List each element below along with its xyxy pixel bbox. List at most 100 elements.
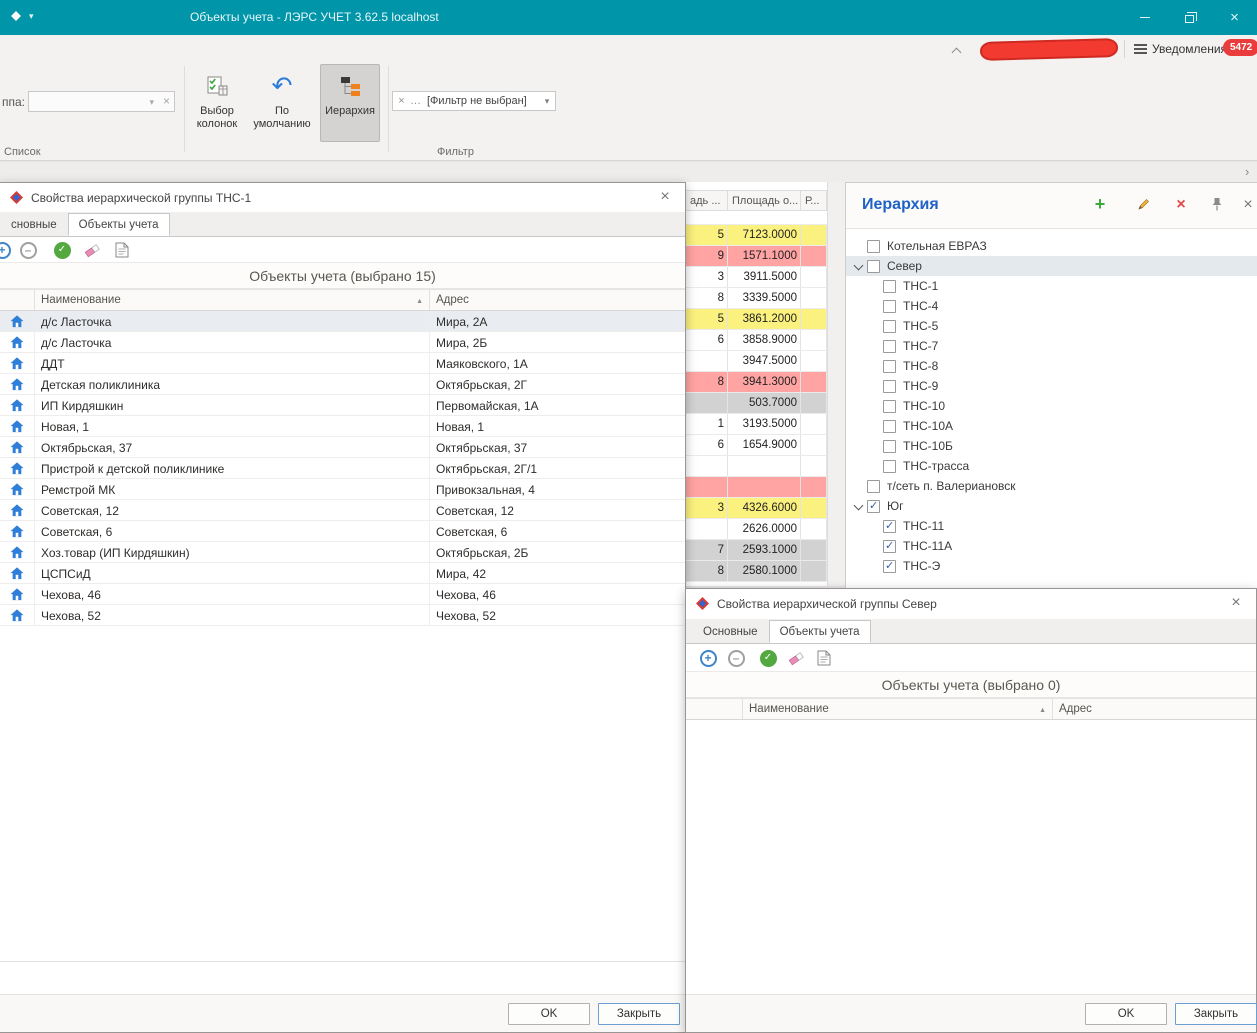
- close-panel-button[interactable]: ×: [1236, 195, 1257, 216]
- tree-item[interactable]: ТНС-10А: [846, 416, 1257, 436]
- minimize-button[interactable]: [1122, 0, 1167, 35]
- group-combobox[interactable]: ▾ ×: [28, 91, 175, 112]
- expander-icon[interactable]: [851, 258, 867, 274]
- column-header-area[interactable]: адь ...: [686, 191, 728, 210]
- table-row[interactable]: 503.7000: [686, 393, 827, 414]
- checkbox[interactable]: [883, 320, 896, 333]
- eraser-button[interactable]: [82, 240, 102, 260]
- filter-clear-icon[interactable]: ×: [393, 95, 410, 107]
- chevron-down-icon[interactable]: ▾: [149, 97, 154, 108]
- table-row[interactable]: Новая, 1 Новая, 1: [0, 416, 685, 437]
- table-row[interactable]: ЦСПСиД Мира, 42: [0, 563, 685, 584]
- column-header-total-area[interactable]: Площадь о...: [728, 191, 801, 210]
- tree-item[interactable]: ТНС-5: [846, 316, 1257, 336]
- checkbox[interactable]: [883, 280, 896, 293]
- table-row[interactable]: 8 2580.1000: [686, 561, 827, 582]
- table-row[interactable]: Советская, 12 Советская, 12: [0, 500, 685, 521]
- chevron-down-icon[interactable]: ▾: [539, 96, 555, 107]
- choose-columns-button[interactable]: Выбор колонок: [190, 64, 244, 142]
- checkbox[interactable]: [883, 300, 896, 313]
- scrollbar[interactable]: [827, 182, 845, 586]
- checkbox[interactable]: [883, 340, 896, 353]
- edit-group-button[interactable]: [1132, 195, 1156, 216]
- table-row[interactable]: 3947.5000: [686, 351, 827, 372]
- table-row[interactable]: 2626.0000: [686, 519, 827, 540]
- table-row[interactable]: ИП Кирдяшкин Первомайская, 1А: [0, 395, 685, 416]
- tree-item[interactable]: ТНС-7: [846, 336, 1257, 356]
- tree-item[interactable]: ТНС-11А: [846, 536, 1257, 556]
- checkbox[interactable]: [867, 240, 880, 253]
- filter-combobox[interactable]: × … [Фильтр не выбран] ▾: [392, 91, 556, 111]
- table-row[interactable]: Октябрьская, 37 Октябрьская, 37: [0, 437, 685, 458]
- tree-item[interactable]: ТНС-11: [846, 516, 1257, 536]
- column-header-r[interactable]: Р...: [801, 191, 827, 210]
- close-button[interactable]: Закрыть: [1175, 1003, 1257, 1025]
- tree-item[interactable]: ТНС-4: [846, 296, 1257, 316]
- table-row[interactable]: Детская поликлиника Октябрьская, 2Г: [0, 374, 685, 395]
- table-row[interactable]: [686, 477, 827, 498]
- hierarchy-toggle-button[interactable]: Иерархия: [320, 64, 380, 142]
- table-row[interactable]: Советская, 6 Советская, 6: [0, 521, 685, 542]
- table-row[interactable]: 7 2593.1000: [686, 540, 827, 561]
- table-row[interactable]: ДДТ Маяковского, 1А: [0, 353, 685, 374]
- table-row[interactable]: 3 4326.6000: [686, 498, 827, 519]
- checkbox[interactable]: [883, 540, 896, 553]
- table-row[interactable]: 6 3858.9000: [686, 330, 827, 351]
- tab-main[interactable]: Основные: [692, 620, 769, 643]
- checkbox[interactable]: [883, 460, 896, 473]
- table-row[interactable]: д/с Ласточка Мира, 2Б: [0, 332, 685, 353]
- table-row[interactable]: Пристрой к детской поликлинике Октябрьск…: [0, 458, 685, 479]
- table-row[interactable]: Ремстрой МК Привокзальная, 4: [0, 479, 685, 500]
- add-button[interactable]: +: [0, 240, 12, 260]
- table-row[interactable]: Чехова, 52 Чехова, 52: [0, 605, 685, 626]
- ok-button[interactable]: OK: [1085, 1003, 1167, 1025]
- checkbox[interactable]: [867, 260, 880, 273]
- expander-icon[interactable]: [851, 498, 867, 514]
- tab-objects[interactable]: Объекты учета: [68, 213, 170, 236]
- tree-item[interactable]: Север: [846, 256, 1257, 276]
- checkbox[interactable]: [883, 420, 896, 433]
- checkbox[interactable]: [867, 500, 880, 513]
- column-header-name[interactable]: Наименование ▲: [35, 290, 430, 310]
- column-header-name[interactable]: Наименование ▲: [743, 699, 1053, 719]
- table-row[interactable]: 6 1654.9000: [686, 435, 827, 456]
- tree-item[interactable]: Котельная ЕВРАЗ: [846, 236, 1257, 256]
- tree-item[interactable]: ТНС-1: [846, 276, 1257, 296]
- tab-main[interactable]: сновные: [0, 213, 68, 236]
- table-row[interactable]: [686, 456, 827, 477]
- column-header-icon[interactable]: [686, 699, 743, 719]
- table-row[interactable]: Чехова, 46 Чехова, 46: [0, 584, 685, 605]
- close-window-button[interactable]: ×: [1212, 0, 1257, 35]
- tree-item[interactable]: ТНС-трасса: [846, 456, 1257, 476]
- remove-button[interactable]: –: [726, 648, 746, 668]
- tree-item[interactable]: ТНС-10: [846, 396, 1257, 416]
- collapse-ribbon-icon[interactable]: [952, 46, 964, 56]
- table-row[interactable]: 5 7123.0000: [686, 225, 827, 246]
- close-dialog-button[interactable]: ×: [655, 188, 675, 206]
- checkbox[interactable]: [883, 560, 896, 573]
- tree-item[interactable]: Юг: [846, 496, 1257, 516]
- remove-button[interactable]: –: [18, 240, 38, 260]
- tab-objects[interactable]: Объекты учета: [769, 620, 871, 643]
- eraser-button[interactable]: [786, 648, 806, 668]
- table-row[interactable]: 8 3339.5000: [686, 288, 827, 309]
- checkbox[interactable]: [883, 520, 896, 533]
- checkbox[interactable]: [883, 440, 896, 453]
- table-row[interactable]: 1 3193.5000: [686, 414, 827, 435]
- tree-item[interactable]: ТНС-9: [846, 376, 1257, 396]
- column-header-address[interactable]: Адрес: [1053, 699, 1256, 719]
- checkbox[interactable]: [883, 360, 896, 373]
- document-button[interactable]: [112, 240, 132, 260]
- apply-button[interactable]: ✓: [758, 648, 778, 668]
- table-row[interactable]: д/с Ласточка Мира, 2А: [0, 311, 685, 332]
- document-button[interactable]: [814, 648, 834, 668]
- column-header-icon[interactable]: [0, 290, 35, 310]
- reset-default-button[interactable]: ↶ По умолчанию: [248, 64, 316, 142]
- apply-button[interactable]: ✓: [52, 240, 72, 260]
- column-header-address[interactable]: Адрес: [430, 290, 685, 310]
- checkbox[interactable]: [883, 380, 896, 393]
- tree-item[interactable]: ТНС-10Б: [846, 436, 1257, 456]
- clear-icon[interactable]: ×: [163, 94, 170, 108]
- restore-button[interactable]: [1167, 0, 1212, 35]
- table-row[interactable]: 9 1571.1000: [686, 246, 827, 267]
